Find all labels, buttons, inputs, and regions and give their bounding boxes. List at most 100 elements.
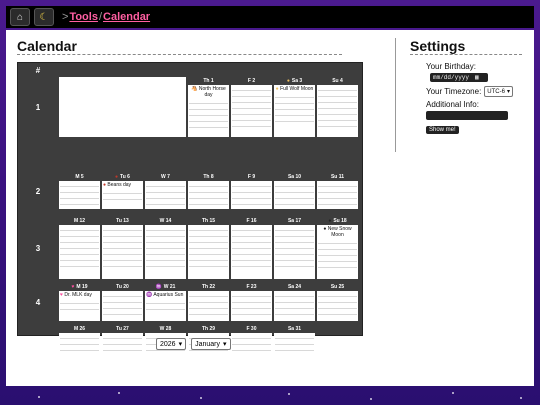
entry-line[interactable] bbox=[103, 338, 142, 339]
home-button[interactable]: ⌂ bbox=[10, 8, 30, 26]
day-cell[interactable]: F 23 bbox=[231, 283, 272, 321]
entry-line[interactable] bbox=[103, 266, 142, 267]
entry-line[interactable] bbox=[232, 350, 271, 351]
breadcrumb-tools-link[interactable]: Tools bbox=[69, 11, 98, 23]
entry-line[interactable] bbox=[318, 314, 357, 315]
entry-line[interactable] bbox=[146, 303, 185, 304]
year-select[interactable]: 2026 ▾ bbox=[156, 338, 187, 350]
day-cell[interactable]: Su 4 bbox=[317, 77, 358, 137]
entry-line[interactable] bbox=[103, 314, 142, 315]
entry-line[interactable] bbox=[232, 314, 271, 315]
entry-line[interactable] bbox=[146, 254, 185, 255]
entry-line[interactable] bbox=[60, 198, 99, 199]
day-cell[interactable]: ♥ M 19 ♥ Dr. MLK day bbox=[59, 283, 100, 321]
entry-line[interactable] bbox=[103, 344, 142, 345]
entry-line[interactable] bbox=[275, 97, 314, 98]
entry-line[interactable] bbox=[232, 344, 271, 345]
entry-line[interactable] bbox=[232, 120, 271, 121]
day-cell[interactable]: Th 15 bbox=[188, 217, 229, 279]
entry-line[interactable] bbox=[189, 248, 228, 249]
entry-line[interactable] bbox=[189, 127, 228, 128]
entry-line[interactable] bbox=[189, 242, 228, 243]
entry-line[interactable] bbox=[189, 192, 228, 193]
day-cell[interactable]: Tu 20 bbox=[102, 283, 143, 321]
entry-line[interactable] bbox=[318, 261, 357, 262]
entry-line[interactable] bbox=[189, 198, 228, 199]
day-cell[interactable]: F 2 bbox=[231, 77, 272, 137]
entry-line[interactable] bbox=[275, 266, 314, 267]
entry-line[interactable] bbox=[275, 192, 314, 193]
entry-line[interactable] bbox=[275, 186, 314, 187]
day-cell[interactable]: Sa 17 bbox=[274, 217, 315, 279]
entry-line[interactable] bbox=[318, 198, 357, 199]
day-cell[interactable]: ● Sa 3 ● Full Wolf Moon bbox=[274, 77, 315, 137]
entry-line[interactable] bbox=[318, 96, 357, 97]
entry-line[interactable] bbox=[103, 302, 142, 303]
entry-line[interactable] bbox=[146, 248, 185, 249]
entry-line[interactable] bbox=[60, 266, 99, 267]
entry-line[interactable] bbox=[318, 296, 357, 297]
entry-line[interactable] bbox=[232, 248, 271, 249]
entry-line[interactable] bbox=[275, 260, 314, 261]
entry-line[interactable] bbox=[189, 186, 228, 187]
entry-line[interactable] bbox=[189, 296, 228, 297]
entry-line[interactable] bbox=[318, 114, 357, 115]
entry-line[interactable] bbox=[60, 350, 99, 351]
entry-line[interactable] bbox=[60, 186, 99, 187]
day-cell[interactable]: Sa 31 bbox=[274, 325, 315, 358]
entry-line[interactable] bbox=[60, 242, 99, 243]
entry-line[interactable] bbox=[275, 204, 314, 205]
day-cell[interactable]: M 5 bbox=[59, 173, 100, 209]
entry-line[interactable] bbox=[232, 242, 271, 243]
timezone-select[interactable]: UTC-6 ▾ bbox=[484, 86, 513, 97]
event-item[interactable]: ● Full Wolf Moon bbox=[274, 85, 315, 92]
entry-line[interactable] bbox=[60, 303, 99, 304]
day-cell[interactable]: F 30 bbox=[231, 325, 272, 358]
entry-line[interactable] bbox=[103, 242, 142, 243]
entry-line[interactable] bbox=[103, 308, 142, 309]
entry-line[interactable] bbox=[60, 254, 99, 255]
entry-line[interactable] bbox=[189, 204, 228, 205]
entry-line[interactable] bbox=[275, 308, 314, 309]
entry-line[interactable] bbox=[232, 108, 271, 109]
entry-line[interactable] bbox=[275, 338, 314, 339]
entry-line[interactable] bbox=[189, 236, 228, 237]
entry-line[interactable] bbox=[232, 102, 271, 103]
entry-line[interactable] bbox=[146, 198, 185, 199]
day-cell[interactable]: Tu 13 bbox=[102, 217, 143, 279]
entry-line[interactable] bbox=[189, 115, 228, 116]
day-cell[interactable]: ● Tu 6 ● Beans day bbox=[102, 173, 143, 209]
theme-toggle-button[interactable]: ☾ bbox=[34, 8, 54, 26]
day-cell[interactable]: Th 22 bbox=[188, 283, 229, 321]
entry-line[interactable] bbox=[60, 309, 99, 310]
entry-line[interactable] bbox=[103, 296, 142, 297]
entry-line[interactable] bbox=[318, 192, 357, 193]
day-cell[interactable]: Su 25 bbox=[317, 283, 358, 321]
entry-line[interactable] bbox=[232, 308, 271, 309]
entry-line[interactable] bbox=[146, 309, 185, 310]
entry-line[interactable] bbox=[103, 260, 142, 261]
entry-line[interactable] bbox=[189, 121, 228, 122]
entry-line[interactable] bbox=[275, 350, 314, 351]
month-select[interactable]: January ▾ bbox=[191, 338, 231, 350]
day-cell[interactable]: W 7 bbox=[145, 173, 186, 209]
day-cell[interactable]: ● Su 18 ● New Snow Moon bbox=[317, 217, 358, 279]
day-cell[interactable]: Sa 10 bbox=[274, 173, 315, 209]
entry-line[interactable] bbox=[232, 126, 271, 127]
entry-line[interactable] bbox=[232, 296, 271, 297]
entry-line[interactable] bbox=[318, 308, 357, 309]
entry-line[interactable] bbox=[232, 96, 271, 97]
entry-line[interactable] bbox=[275, 103, 314, 104]
entry-line[interactable] bbox=[60, 230, 99, 231]
entry-line[interactable] bbox=[60, 338, 99, 339]
day-cell[interactable]: Th 8 bbox=[188, 173, 229, 209]
entry-line[interactable] bbox=[189, 109, 228, 110]
entry-line[interactable] bbox=[318, 186, 357, 187]
event-item[interactable]: ♥ Dr. MLK day bbox=[59, 291, 100, 298]
entry-line[interactable] bbox=[275, 344, 314, 345]
entry-line[interactable] bbox=[146, 236, 185, 237]
entry-line[interactable] bbox=[60, 260, 99, 261]
entry-line[interactable] bbox=[232, 204, 271, 205]
entry-line[interactable] bbox=[318, 267, 357, 268]
entry-line[interactable] bbox=[60, 236, 99, 237]
